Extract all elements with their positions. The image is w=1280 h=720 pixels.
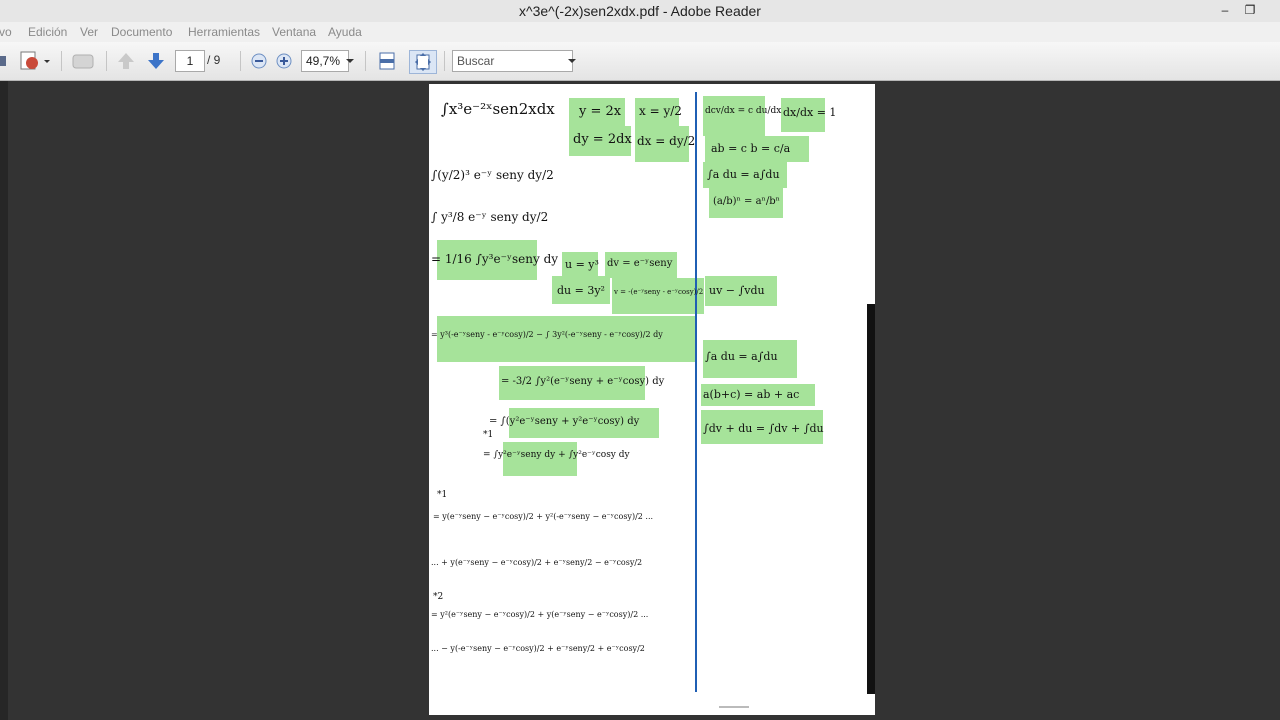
- search-input[interactable]: Buscar: [452, 50, 573, 72]
- substitution: y = 2x: [579, 104, 622, 119]
- title-bar: x^3e^(-2x)sen2xdx.pdf - Adobe Reader – ❐: [0, 0, 1280, 22]
- menu-documento[interactable]: Documento: [111, 25, 172, 39]
- zoom-level-field[interactable]: 49,7%: [301, 50, 349, 72]
- toolbar-separator: [61, 51, 62, 71]
- restore-button[interactable]: ❐: [1241, 2, 1259, 18]
- substitution: dy = 2dx: [573, 132, 632, 147]
- math-line: ∫ y³/8 e⁻ʸ seny dy/2: [431, 210, 549, 224]
- math-line: = ∫y²e⁻ʸseny dy + ∫y²e⁻ʸcosy dy: [483, 450, 630, 460]
- pdf-page[interactable]: ∫x³e⁻²ˣsen2xdx ∫(y/2)³ e⁻ʸ seny dy/2 ∫ y…: [429, 84, 875, 715]
- menu-herramientas[interactable]: Herramientas: [188, 25, 260, 39]
- math-line: = -3/2 ∫y²(e⁻ʸseny + e⁻ʸcosy) dy: [501, 376, 665, 387]
- menu-edicion[interactable]: Edición: [28, 25, 67, 39]
- parts-formula: v = -(e⁻ʸseny - e⁻ʸcosy)/2: [614, 288, 704, 296]
- toolbar-separator: [240, 51, 241, 71]
- search-dropdown-chevron-down-icon[interactable]: [566, 50, 578, 72]
- math-line: = y³(-e⁻ʸseny - e⁻ʸcosy)/2 − ∫ 3y²(-e⁻ʸs…: [431, 330, 663, 339]
- highlight: [437, 316, 697, 362]
- page-number-input[interactable]: 1: [175, 50, 205, 72]
- page-footer-mark: [719, 706, 749, 708]
- collaborate-icon[interactable]: [70, 50, 98, 72]
- rule-line: ab = c b = c/a: [711, 142, 791, 155]
- footnote-mark: *1: [483, 430, 494, 440]
- zoom-dropdown-chevron-down-icon[interactable]: [344, 50, 356, 72]
- math-line: = y²(e⁻ʸseny − e⁻ʸcosy)/2 + y(e⁻ʸseny − …: [431, 610, 649, 619]
- menu-ventana[interactable]: Ventana: [272, 25, 316, 39]
- menu-ver[interactable]: Ver: [80, 25, 98, 39]
- page-scan-edge: [867, 304, 875, 694]
- toolbar-separator: [106, 51, 107, 71]
- rule-line: dx/dx = 1: [783, 106, 837, 119]
- export-pdf-button[interactable]: [17, 50, 53, 72]
- integral-title: ∫x³e⁻²ˣsen2xdx: [441, 100, 555, 118]
- math-line: = y(e⁻ʸseny − e⁻ʸcosy)/2 + y²(-e⁻ʸseny −…: [433, 512, 654, 521]
- fit-window-icon[interactable]: [409, 50, 437, 74]
- window-title: x^3e^(-2x)sen2xdx.pdf - Adobe Reader: [519, 3, 761, 19]
- rule-line: ∫a du = a∫du: [705, 350, 778, 363]
- rule-line: dcv/dx = c du/dx: [705, 106, 782, 116]
- footnote-mark: *2: [433, 592, 444, 602]
- footnote-mark: *1: [437, 490, 448, 500]
- parts-formula: du = 3y²: [557, 284, 605, 297]
- substitution: dx = dy/2: [637, 134, 696, 148]
- menu-ayuda[interactable]: Ayuda: [328, 25, 362, 39]
- math-line: ∫(y/2)³ e⁻ʸ seny dy/2: [431, 168, 554, 182]
- navigation-pane-edge[interactable]: [0, 81, 8, 720]
- rule-line: (a/b)ⁿ = aⁿ/bⁿ: [713, 196, 780, 207]
- menu-archivo[interactable]: vo: [0, 25, 12, 39]
- rule-line: ∫dv + du = ∫dv + ∫du: [703, 422, 824, 435]
- fit-page-icon[interactable]: [376, 50, 398, 72]
- print-icon[interactable]: [0, 50, 8, 72]
- toolbar-separator: [365, 51, 366, 71]
- page-total: / 9: [207, 53, 221, 67]
- menu-bar: vo Edición Ver Documento Herramientas Ve…: [0, 22, 1280, 42]
- highlight: [703, 96, 765, 136]
- substitution: x = y/2: [639, 104, 682, 118]
- margin-line: [695, 92, 697, 692]
- math-line: ... − y(-e⁻ʸseny − e⁻ʸcosy)/2 + e⁻ʸseny/…: [431, 644, 645, 653]
- previous-page-icon[interactable]: [115, 50, 137, 72]
- math-line: = 1/16 ∫y³e⁻ʸseny dy: [431, 252, 559, 266]
- math-line: = ∫(y²e⁻ʸseny + y²e⁻ʸcosy) dy: [489, 416, 640, 427]
- highlight: [612, 278, 704, 314]
- rule-line: uv − ∫vdu: [709, 284, 765, 297]
- minimize-button[interactable]: –: [1216, 2, 1234, 18]
- zoom-in-icon[interactable]: [275, 50, 293, 72]
- parts-formula: dv = e⁻ʸseny: [607, 258, 673, 269]
- parts-formula: u = y³: [565, 258, 599, 271]
- next-page-icon[interactable]: [145, 50, 167, 72]
- toolbar: 1 / 9 49,7% Buscar: [0, 42, 1280, 81]
- toolbar-separator: [444, 51, 445, 71]
- math-line: ... + y(e⁻ʸseny − e⁻ʸcosy)/2 + e⁻ʸseny/2…: [431, 558, 643, 567]
- rule-line: a(b+c) = ab + ac: [703, 388, 800, 401]
- rule-line: ∫a du = a∫du: [707, 168, 780, 181]
- zoom-out-icon[interactable]: [250, 50, 268, 72]
